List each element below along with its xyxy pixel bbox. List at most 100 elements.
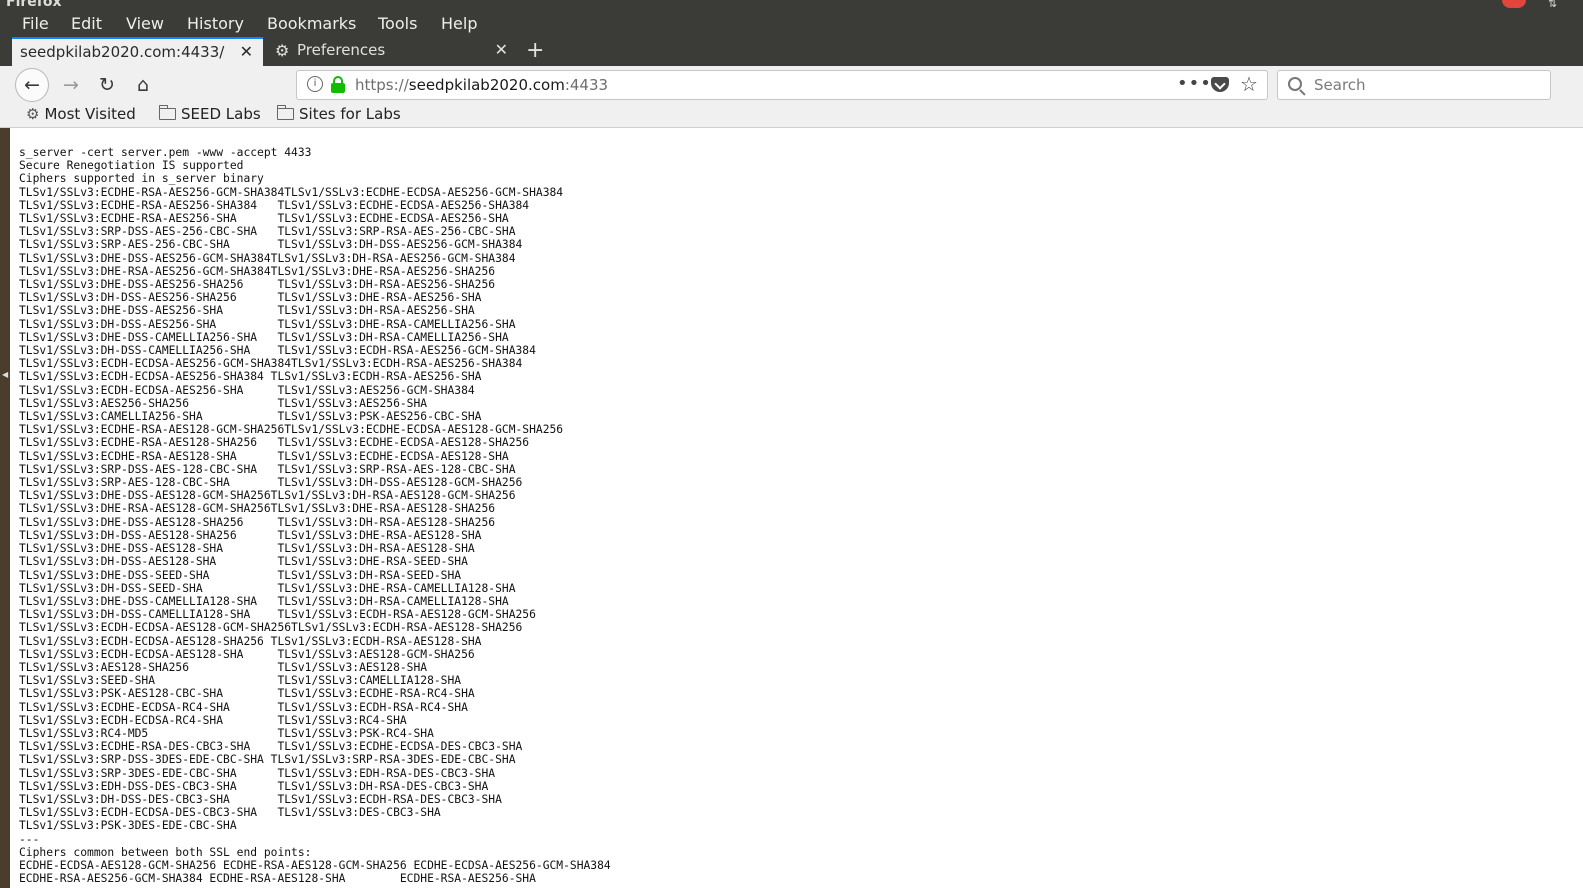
output-line: Secure Renegotiation IS supported [19,159,244,173]
output-line: TLSv1/SSLv3:PSK-3DES-EDE-CBC-SHA [19,819,237,833]
bookmarks-toolbar: ⚙ Most Visited SEED Labs Sites for Labs [0,104,1583,128]
output-line: TLSv1/SSLv3:SRP-AES-128-CBC-SHA TLSv1/SS… [19,476,523,490]
home-button[interactable]: ⌂ [128,71,158,99]
output-line: TLSv1/SSLv3:DHE-RSA-AES256-GCM-SHA384TLS… [19,264,496,278]
output-line: TLSv1/SSLv3:DH-DSS-CAMELLIA128-SHA TLSv1… [19,608,536,622]
bookmark-label: SEED Labs [181,105,261,123]
output-line: TLSv1/SSLv3:DH-DSS-AES128-SHA256 TLSv1/S… [19,528,482,542]
output-line: TLSv1/SSLv3:SRP-DSS-AES-128-CBC-SHA TLSv… [19,462,516,476]
bookmark-star-icon[interactable]: ☆ [1240,72,1258,96]
folder-icon [158,105,176,120]
output-line: TLSv1/SSLv3:ECDH-ECDSA-RC4-SHA TLSv1/SSL… [19,713,407,727]
output-line: TLSv1/SSLv3:DH-DSS-AES128-SHA TLSv1/SSLv… [19,555,468,569]
bookmark-seed-labs[interactable]: SEED Labs [158,105,261,127]
url-bar[interactable]: i https://seedpkilab2020.com:4433 ••• ☆ [296,70,1268,100]
bookmark-label: Sites for Labs [299,105,401,123]
reload-button[interactable]: ↻ [92,71,122,99]
menu-bookmarks[interactable]: Bookmarks [267,14,356,33]
search-placeholder: Search [1314,76,1366,94]
output-line: TLSv1/SSLv3:ECDH-ECDSA-AES256-GCM-SHA384… [19,357,523,371]
output-line: TLSv1/SSLv3:DHE-DSS-CAMELLIA256-SHA TLSv… [19,330,509,344]
bookmark-label: Most Visited [44,105,136,123]
output-line: TLSv1/SSLv3:ECDHE-RSA-AES256-GCM-SHA384T… [19,185,564,199]
output-line: TLSv1/SSLv3:EDH-DSS-DES-CBC3-SHA TLSv1/S… [19,779,489,793]
window-control-icon[interactable]: ⇅ [1548,0,1560,9]
output-line: TLSv1/SSLv3:ECDHE-RSA-AES256-SHA384 TLSv… [19,198,530,212]
bookmark-sites-for-labs[interactable]: Sites for Labs [276,105,401,127]
output-line: TLSv1/SSLv3:ECDHE-RSA-AES128-GCM-SHA256T… [19,423,564,437]
bookmark-most-visited[interactable]: ⚙ Most Visited [26,105,136,127]
tab-seedpkilab[interactable]: seedpkilab2020.com:4433/ ✕ [12,37,263,66]
forward-button[interactable]: → [56,71,86,99]
output-line: TLSv1/SSLv3:ECDHE-RSA-DES-CBC3-SHA TLSv1… [19,740,523,754]
output-line: TLSv1/SSLv3:ECDH-ECDSA-DES-CBC3-SHA TLSv… [19,806,441,820]
output-line: TLSv1/SSLv3:DHE-DSS-AES256-GCM-SHA384TLS… [19,251,516,265]
output-line: TLSv1/SSLv3:DHE-DSS-AES256-SHA256 TLSv1/… [19,278,496,292]
tab-label: Preferences [297,41,386,59]
output-line: TLSv1/SSLv3:DHE-DSS-CAMELLIA128-SHA TLSv… [19,594,509,608]
output-line: Ciphers supported in s_server binary [19,172,264,186]
output-line: TLSv1/SSLv3:SEED-SHA TLSv1/SSLv3:CAMELLI… [19,674,462,688]
folder-icon [276,105,294,120]
info-icon[interactable]: i [307,76,323,92]
tab-preferences[interactable]: ⚙ Preferences ✕ [265,37,518,66]
gear-icon: ⚙ [275,41,290,60]
menu-file[interactable]: File [22,14,49,33]
pocket-icon[interactable] [1211,77,1229,92]
menu-view[interactable]: View [126,14,164,33]
window-close-button[interactable] [1502,0,1526,8]
output-line: TLSv1/SSLv3:DH-DSS-SEED-SHA TLSv1/SSLv3:… [19,581,516,595]
output-line: TLSv1/SSLv3:DHE-DSS-AES128-SHA256 TLSv1/… [19,515,496,529]
close-icon[interactable]: ✕ [495,40,508,59]
left-dock: ◀ [0,128,10,888]
page-content: s_server -cert server.pem -www -accept 4… [10,128,1583,888]
close-icon[interactable]: ✕ [240,42,253,61]
output-line: TLSv1/SSLv3:ECDH-ECDSA-AES256-SHA TLSv1/… [19,383,475,397]
output-line: TLSv1/SSLv3:ECDHE-RSA-AES256-SHA TLSv1/S… [19,212,509,226]
navigation-toolbar: ← → ↻ ⌂ i https://seedpkilab2020.com:443… [0,66,1583,104]
output-line: TLSv1/SSLv3:SRP-AES-256-CBC-SHA TLSv1/SS… [19,238,523,252]
dock-arrow-icon[interactable]: ◀ [2,370,8,379]
output-line: ECDHE-RSA-AES256-GCM-SHA384 ECDHE-RSA-AE… [19,872,536,886]
output-line: TLSv1/SSLv3:ECDHE-RSA-AES128-SHA256 TLSv… [19,436,530,450]
output-line: TLSv1/SSLv3:ECDHE-RSA-AES128-SHA TLSv1/S… [19,449,509,463]
output-line: TLSv1/SSLv3:DHE-DSS-AES256-SHA TLSv1/SSL… [19,304,475,318]
url-text[interactable]: https://seedpkilab2020.com:4433 [355,76,608,94]
tab-label: seedpkilab2020.com:4433/ [20,43,225,61]
menu-tools[interactable]: Tools [378,14,417,33]
output-line: TLSv1/SSLv3:PSK-AES128-CBC-SHA TLSv1/SSL… [19,687,475,701]
output-line: TLSv1/SSLv3:AES256-SHA256 TLSv1/SSLv3:AE… [19,396,428,410]
output-line: TLSv1/SSLv3:DHE-DSS-AES128-SHA TLSv1/SSL… [19,542,475,556]
output-line: TLSv1/SSLv3:DHE-RSA-AES128-GCM-SHA256TLS… [19,502,496,516]
output-line: TLSv1/SSLv3:ECDH-ECDSA-AES128-SHA256 TLS… [19,634,482,648]
menu-help[interactable]: Help [441,14,477,33]
page-actions-icon[interactable]: ••• [1177,73,1212,94]
output-line: ECDHE-ECDSA-AES128-GCM-SHA256 ECDHE-RSA-… [19,858,611,872]
output-line: TLSv1/SSLv3:DH-DSS-AES256-SHA256 TLSv1/S… [19,291,482,305]
output-line: TLSv1/SSLv3:DH-DSS-AES256-SHA TLSv1/SSLv… [19,317,516,331]
new-tab-button[interactable]: + [526,38,544,63]
output-line: TLSv1/SSLv3:CAMELLIA256-SHA TLSv1/SSLv3:… [19,410,482,424]
lock-icon[interactable] [331,76,345,93]
output-line: s_server -cert server.pem -www -accept 4… [19,146,312,159]
output-line: TLSv1/SSLv3:ECDH-ECDSA-AES128-SHA TLSv1/… [19,647,475,661]
menu-edit[interactable]: Edit [71,14,102,33]
gear-icon: ⚙ [26,105,40,123]
output-line: TLSv1/SSLv3:SRP-DSS-3DES-EDE-CBC-SHA TLS… [19,753,516,767]
search-input[interactable]: Search [1277,70,1551,100]
back-button[interactable]: ← [15,68,49,102]
output-line: TLSv1/SSLv3:DH-DSS-DES-CBC3-SHA TLSv1/SS… [19,792,502,806]
output-line: TLSv1/SSLv3:ECDH-ECDSA-AES256-SHA384 TLS… [19,370,482,384]
output-line: TLSv1/SSLv3:SRP-3DES-EDE-CBC-SHA TLSv1/S… [19,766,496,780]
search-icon [1288,77,1302,91]
output-line: Ciphers common between both SSL end poin… [19,845,312,859]
output-line: TLSv1/SSLv3:RC4-MD5 TLSv1/SSLv3:PSK-RC4-… [19,726,434,740]
output-line: TLSv1/SSLv3:SRP-DSS-AES-256-CBC-SHA TLSv… [19,225,516,239]
output-line: TLSv1/SSLv3:DHE-DSS-AES128-GCM-SHA256TLS… [19,489,516,503]
menu-history[interactable]: History [187,14,244,33]
output-line: TLSv1/SSLv3:DHE-DSS-SEED-SHA TLSv1/SSLv3… [19,568,462,582]
window-titlebar: Firefox ⇅ [0,0,1583,9]
server-output: s_server -cert server.pem -www -accept 4… [19,146,611,885]
output-line: TLSv1/SSLv3:ECDH-ECDSA-AES128-GCM-SHA256… [19,621,523,635]
menu-bar: File Edit View History Bookmarks Tools H… [0,9,1583,37]
